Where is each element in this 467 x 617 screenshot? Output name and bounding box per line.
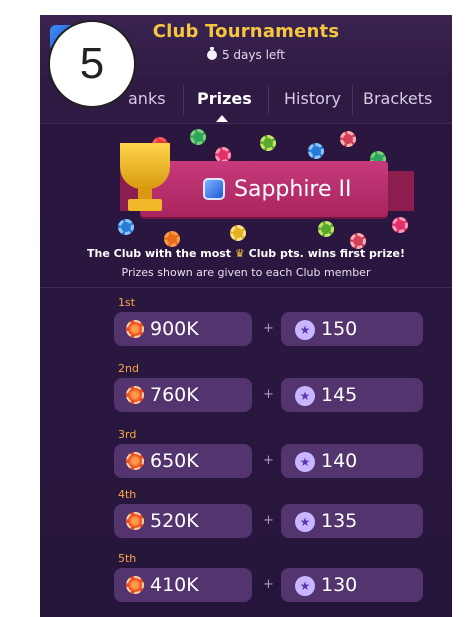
coin-prize: 760K — [114, 378, 252, 412]
coin-amount: 900K — [150, 318, 199, 340]
league-name: Sapphire II — [234, 177, 352, 202]
plus-sign: + — [263, 513, 274, 528]
step-number-badge: 5 — [48, 20, 136, 108]
star-prize: ★ 150 — [281, 312, 423, 346]
tab-prizes[interactable]: Prizes — [197, 89, 252, 108]
poker-chip-icon — [308, 143, 324, 159]
prize-rule-pre: The Club with the most — [87, 247, 232, 260]
poker-chip-icon — [118, 219, 134, 235]
coin-prize: 410K — [114, 568, 252, 602]
star-icon: ★ — [295, 576, 315, 596]
active-tab-caret-icon — [216, 115, 228, 122]
coin-amount: 760K — [150, 384, 199, 406]
star-icon: ★ — [295, 386, 315, 406]
rank-label: 5th — [118, 552, 137, 565]
coin-amount: 520K — [150, 510, 199, 532]
rank-label: 2nd — [118, 362, 139, 375]
poker-chip-icon — [340, 131, 356, 147]
poker-chip-icon — [164, 231, 180, 247]
app-screen: Club Tournaments 5 days left anks Prizes… — [40, 15, 452, 617]
plus-sign: + — [263, 577, 274, 592]
rank-label: 3rd — [118, 428, 137, 441]
star-amount: 135 — [321, 510, 358, 532]
plus-sign: + — [263, 387, 274, 402]
tab-brackets[interactable]: Brackets — [363, 89, 432, 108]
plus-sign: + — [263, 321, 274, 336]
coin-prize: 520K — [114, 504, 252, 538]
prize-note-text: Prizes shown are given to each Club memb… — [121, 266, 371, 279]
sapphire-gem-icon — [203, 178, 225, 200]
poker-chip-icon — [190, 129, 206, 145]
coin-icon — [126, 576, 144, 594]
star-prize: ★ 130 — [281, 568, 423, 602]
coin-icon — [126, 512, 144, 530]
time-left-text: 5 days left — [221, 48, 286, 62]
coin-icon — [126, 452, 144, 470]
prize-rule-post: Club pts. wins first prize! — [248, 247, 405, 260]
crown-icon: ♛ — [234, 247, 245, 260]
tab-divider — [183, 85, 184, 115]
coin-icon — [126, 386, 144, 404]
tab-ranks[interactable]: anks — [128, 89, 166, 108]
rank-label: 1st — [118, 296, 136, 309]
coin-icon — [126, 320, 144, 338]
coin-amount: 650K — [150, 450, 199, 472]
tab-divider — [268, 85, 269, 115]
star-amount: 145 — [321, 384, 358, 406]
prize-rule-text: The Club with the most ♛ Club pts. wins … — [40, 247, 452, 260]
poker-chip-icon — [230, 225, 246, 241]
star-prize: ★ 135 — [281, 504, 423, 538]
star-amount: 140 — [321, 450, 358, 472]
star-icon: ★ — [295, 452, 315, 472]
star-prize: ★ 145 — [281, 378, 423, 412]
star-amount: 130 — [321, 574, 358, 596]
coin-prize: 650K — [114, 444, 252, 478]
poker-chip-icon — [318, 221, 334, 237]
trophy-icon — [120, 143, 170, 189]
star-prize: ★ 140 — [281, 444, 423, 478]
coin-prize: 900K — [114, 312, 252, 346]
tab-divider — [352, 85, 353, 115]
poker-chip-icon — [260, 135, 276, 151]
stopwatch-icon — [206, 47, 217, 60]
tab-history[interactable]: History — [284, 89, 341, 108]
star-icon: ★ — [295, 320, 315, 340]
trophy-base — [128, 199, 162, 211]
star-icon: ★ — [295, 512, 315, 532]
coin-amount: 410K — [150, 574, 199, 596]
divider — [40, 287, 452, 288]
ribbon-tail — [384, 171, 414, 211]
star-amount: 150 — [321, 318, 358, 340]
plus-sign: + — [263, 453, 274, 468]
poker-chip-icon — [392, 217, 408, 233]
rank-label: 4th — [118, 488, 137, 501]
